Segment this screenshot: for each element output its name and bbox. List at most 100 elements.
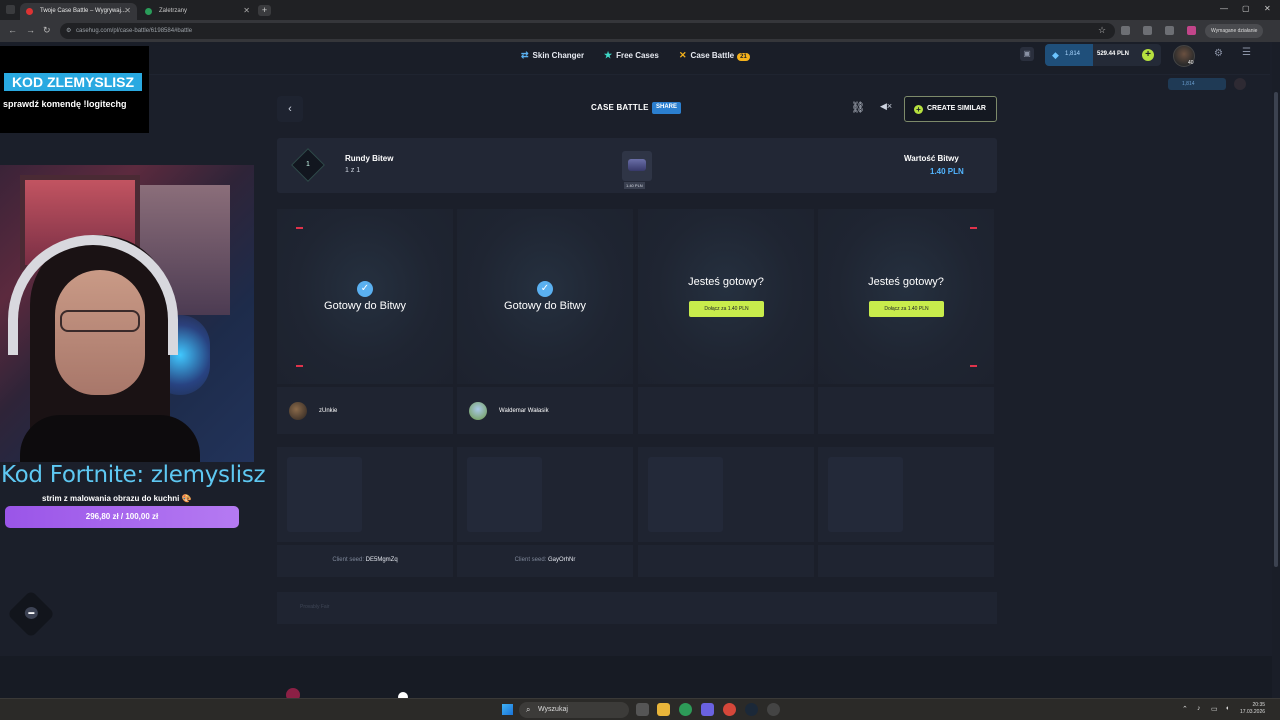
tray-chevron-icon[interactable]: ⌃ xyxy=(1182,705,1188,713)
page-footer xyxy=(0,656,1272,702)
close-window-icon[interactable]: ✕ xyxy=(1264,4,1271,13)
join-button[interactable]: Dołącz za 1.40 PLN xyxy=(869,301,944,317)
player-slot-1: ✓ Gotowy do Bitwy xyxy=(277,209,453,384)
battle-count-badge: 21 xyxy=(737,53,750,61)
nav-label: Free Cases xyxy=(616,51,659,60)
avatar xyxy=(469,402,487,420)
case-price: 1.40 PLN xyxy=(624,182,645,189)
player-info-empty xyxy=(818,387,994,434)
case-thumbnail[interactable] xyxy=(622,151,652,181)
player-slot-4: Jesteś gotowy? Dołącz za 1.40 PLN xyxy=(818,209,994,384)
new-tab-button[interactable]: + xyxy=(258,5,271,16)
back-arrow-icon[interactable]: ← xyxy=(8,25,17,35)
back-button[interactable]: ‹ xyxy=(277,96,303,122)
maximize-icon[interactable]: ▢ xyxy=(1242,4,1250,13)
round-number: 1 xyxy=(306,161,310,168)
minimize-icon[interactable]: — xyxy=(1220,4,1228,13)
site-info-icon[interactable]: ⚙ xyxy=(66,27,71,34)
close-tab-icon[interactable]: ✕ xyxy=(243,6,250,15)
discord-icon[interactable] xyxy=(701,703,714,716)
join-button[interactable]: Dołącz za 1.40 PLN xyxy=(689,301,764,317)
address-bar[interactable]: ⚙ casehug.com/pl/case-battle/6198584#bat… xyxy=(60,23,1115,39)
profile-status-pill[interactable]: Wymagane działanie xyxy=(1205,24,1263,38)
rounds-value: 1 z 1 xyxy=(345,167,361,174)
nav-free-cases[interactable]: ★ Free Cases xyxy=(604,50,659,61)
points-balance-ghost: 1,814 xyxy=(1168,78,1226,90)
avatar-ghost xyxy=(1234,78,1246,90)
windows-start-icon[interactable] xyxy=(502,704,513,715)
close-tab-icon[interactable]: ✕ xyxy=(124,6,131,15)
create-similar-button[interactable]: + CREATE SIMILAR xyxy=(904,96,997,122)
chat-bubble-icon: ▬ xyxy=(24,606,38,619)
tab-menu-icon[interactable] xyxy=(6,5,15,14)
provably-fair-bar[interactable]: Provably Fair xyxy=(277,592,997,624)
extensions-puzzle-icon[interactable] xyxy=(1143,26,1152,35)
link-icon[interactable]: ⛓ xyxy=(851,101,865,114)
create-similar-label: CREATE SIMILAR xyxy=(927,105,986,112)
volume-icon[interactable]: ◖ xyxy=(1225,705,1229,712)
obs-icon[interactable] xyxy=(767,703,780,716)
ready-status: Gotowy do Bitwy xyxy=(504,300,586,312)
browser-tabbar: Twoje Case Battle – Wygrywaj... ✕ Zaletr… xyxy=(0,0,1280,20)
balance-value: 529.44 PLN xyxy=(1097,51,1130,57)
rounds-label: Rundy Bitew xyxy=(345,154,394,163)
taskbar-search[interactable]: ⌕ Wyszukaj xyxy=(519,702,629,718)
items-drop-1 xyxy=(277,447,453,542)
ready-question: Jesteś gotowy? xyxy=(688,276,764,288)
file-explorer-icon[interactable] xyxy=(657,703,670,716)
nav-case-battle[interactable]: ✕ Case Battle 21 xyxy=(679,50,750,61)
promo-subtext: sprawdź komendę !logitechg xyxy=(3,99,127,109)
slot-marker xyxy=(970,365,977,367)
client-seed-2: Client seed: GayOrhNr xyxy=(457,545,633,577)
browser-tab-active[interactable]: Twoje Case Battle – Wygrywaj... ✕ xyxy=(20,3,137,20)
points-balance[interactable]: ◆ 1,814 xyxy=(1045,44,1093,66)
chat-button[interactable]: ▬ xyxy=(6,589,56,639)
slot-marker xyxy=(296,227,303,229)
battle-value-amount: 1.40 PLN xyxy=(930,167,964,176)
task-view-icon[interactable] xyxy=(636,703,649,716)
client-seed-empty xyxy=(638,545,814,577)
bookmark-star-icon[interactable]: ☆ xyxy=(1098,25,1106,36)
nav-label: Skin Changer xyxy=(532,51,585,60)
battle-value-label: Wartość Bitwy xyxy=(904,154,959,163)
page-title: CASE BATTLE xyxy=(591,103,649,112)
chrome-icon[interactable] xyxy=(679,703,692,716)
reload-icon[interactable]: ↻ xyxy=(43,25,51,36)
tab-title: Twoje Case Battle – Wygrywaj... xyxy=(40,8,126,14)
ghost-points-value: 1,814 xyxy=(1182,81,1195,87)
page-scrollbar[interactable] xyxy=(1272,42,1280,698)
app-icon[interactable] xyxy=(723,703,736,716)
crossed-swords-icon: ✕ xyxy=(679,50,687,60)
player-slot-2: ✓ Gotowy do Bitwy xyxy=(457,209,633,384)
microphone-icon[interactable]: ♪ xyxy=(1197,705,1201,712)
player-slot-3: Jesteś gotowy? Dołącz za 1.40 PLN xyxy=(638,209,814,384)
favicon-icon xyxy=(145,8,152,15)
player-info-1[interactable]: zUnkie xyxy=(277,387,453,434)
browser-tab[interactable]: Zaletrzany ✕ xyxy=(139,3,256,20)
wallet[interactable]: ◆ 1,814 529.44 PLN + xyxy=(1045,44,1161,66)
clock-date: 17.03.2026 xyxy=(1240,709,1266,715)
share-button[interactable]: SHARE xyxy=(652,102,682,114)
items-drop-3 xyxy=(638,447,814,542)
forward-arrow-icon[interactable]: → xyxy=(26,25,35,35)
scrollbar-thumb[interactable] xyxy=(1274,92,1278,567)
profile-icon[interactable] xyxy=(1187,26,1196,35)
player-info-2[interactable]: Waldemar Wałasik xyxy=(457,387,633,434)
gear-icon[interactable]: ⚙ xyxy=(1214,48,1223,59)
browser-toolbar: ← → ↻ ⚙ casehug.com/pl/case-battle/61985… xyxy=(0,20,1280,42)
item-placeholder xyxy=(467,457,542,532)
item-placeholder xyxy=(287,457,362,532)
system-clock[interactable]: 20:35 17.03.2026 xyxy=(1240,702,1265,716)
deposit-button[interactable]: + xyxy=(1142,49,1154,61)
steam-icon[interactable] xyxy=(745,703,758,716)
gift-icon[interactable]: ▣ xyxy=(1020,47,1034,61)
star-icon: ★ xyxy=(604,50,613,60)
network-icon[interactable]: ▭ xyxy=(1211,705,1218,713)
sidepanel-icon[interactable] xyxy=(1165,26,1174,35)
goal-text: 296,80 zł / 100,00 zł xyxy=(85,512,159,521)
nav-skin-changer[interactable]: ⇄ Skin Changer xyxy=(521,50,584,61)
client-seed-1: Client seed: DE5MgmZq xyxy=(277,545,453,577)
hamburger-menu-icon[interactable]: ☰ xyxy=(1242,47,1251,58)
extension-icon[interactable] xyxy=(1121,26,1130,35)
sound-mute-icon[interactable]: ◀× xyxy=(880,101,892,112)
